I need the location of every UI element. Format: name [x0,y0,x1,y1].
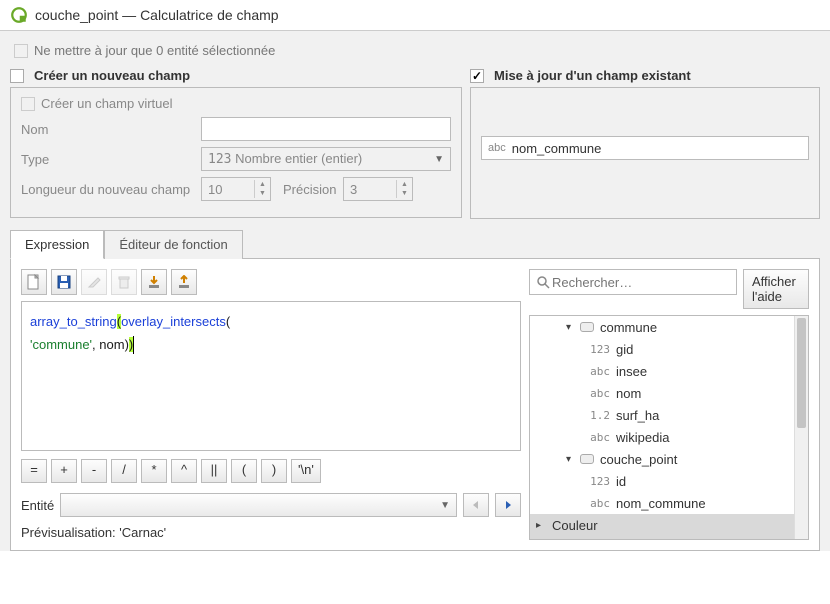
op-minus[interactable]: - [81,459,107,483]
virtual-field-checkbox [21,97,35,111]
tree-layer[interactable]: couche_point [598,452,677,467]
operator-row: = + - / * ^ || ( ) '\n' [21,459,521,483]
window-titlebar: couche_point — Calculatrice de champ [0,0,830,31]
field-length-spin: 10 ▲▼ [201,177,271,201]
new-file-icon[interactable] [21,269,47,295]
new-field-name-input [201,117,451,141]
entity-label: Entité [21,498,54,513]
virtual-field-label: Créer un champ virtuel [41,96,173,111]
field-type-select: 123 Nombre entier (entier) ▼ [201,147,451,171]
tab-expression[interactable]: Expression [10,230,104,259]
preview-value: 'Carnac' [119,525,166,540]
tree-field[interactable]: wikipedia [614,430,669,445]
tree-field[interactable]: nom_commune [614,496,706,511]
qgis-logo-icon [10,6,28,24]
update-field-panel: abc nom_commune [470,87,820,219]
tree-group[interactable]: Couleur [550,518,598,533]
tree-field[interactable]: insee [614,364,647,379]
op-concat[interactable]: || [201,459,227,483]
tree-scrollbar[interactable] [794,316,808,539]
op-div[interactable]: / [111,459,137,483]
delete-icon[interactable] [111,269,137,295]
create-field-header: Créer un nouveau champ [34,68,190,83]
op-lparen[interactable]: ( [231,459,257,483]
next-entity-button[interactable] [495,493,521,517]
preview-label: Prévisualisation: [21,525,116,540]
chevron-down-icon: ▼ [440,500,450,511]
text-type-icon: abc [488,142,506,154]
update-field-selected: nom_commune [512,141,602,156]
expand-icon[interactable]: ▾ [566,322,580,333]
field-type-label: Type [21,152,201,167]
function-tree[interactable]: ▾commune 123gid abcinsee abcnom 1.2surf_… [529,315,809,540]
tree-layer[interactable]: commune [598,320,657,335]
field-length-label: Longueur du nouveau champ [21,182,201,197]
import-icon[interactable] [141,269,167,295]
create-field-checkbox[interactable] [10,69,24,83]
search-input[interactable] [550,274,730,291]
update-field-checkbox[interactable] [470,69,484,83]
update-field-header: Mise à jour d'un champ existant [494,68,691,83]
op-mul[interactable]: * [141,459,167,483]
field-precision-spin: 3 ▲▼ [343,177,413,201]
update-selected-label: Ne mettre à jour que 0 entité sélectionn… [34,43,275,58]
expression-editor[interactable]: array_to_string(overlay_intersects('comm… [21,301,521,451]
op-rparen[interactable]: ) [261,459,287,483]
scroll-thumb[interactable] [797,318,806,428]
prev-entity-button[interactable] [463,493,489,517]
export-icon[interactable] [171,269,197,295]
tab-function-editor[interactable]: Éditeur de fonction [104,230,242,259]
op-eq[interactable]: = [21,459,47,483]
tree-field[interactable]: gid [614,342,633,357]
edit-icon[interactable] [81,269,107,295]
expand-icon[interactable]: ▾ [566,454,580,465]
op-plus[interactable]: + [51,459,77,483]
entity-select[interactable]: ▼ [60,493,457,517]
field-precision-label: Précision [283,182,343,197]
create-field-panel: Créer un champ virtuel Nom Type 123 Nomb… [10,87,462,218]
op-newline[interactable]: '\n' [291,459,321,483]
text-cursor [133,336,134,354]
tree-field[interactable]: nom [614,386,641,401]
function-search[interactable] [529,269,737,295]
search-icon [536,275,550,289]
chevron-down-icon: ▼ [434,154,444,165]
window-title: couche_point — Calculatrice de champ [35,7,279,23]
tree-field[interactable]: surf_ha [614,408,659,423]
tree-field[interactable]: id [614,474,626,489]
collapse-icon[interactable]: ▸ [536,520,550,531]
update-field-select[interactable]: abc nom_commune [481,136,809,160]
update-selected-checkbox [14,44,28,58]
save-icon[interactable] [51,269,77,295]
show-help-button[interactable]: Afficher l'aide [743,269,809,309]
layer-icon [580,322,594,332]
field-name-label: Nom [21,122,201,137]
layer-icon [580,454,594,464]
op-pow[interactable]: ^ [171,459,197,483]
